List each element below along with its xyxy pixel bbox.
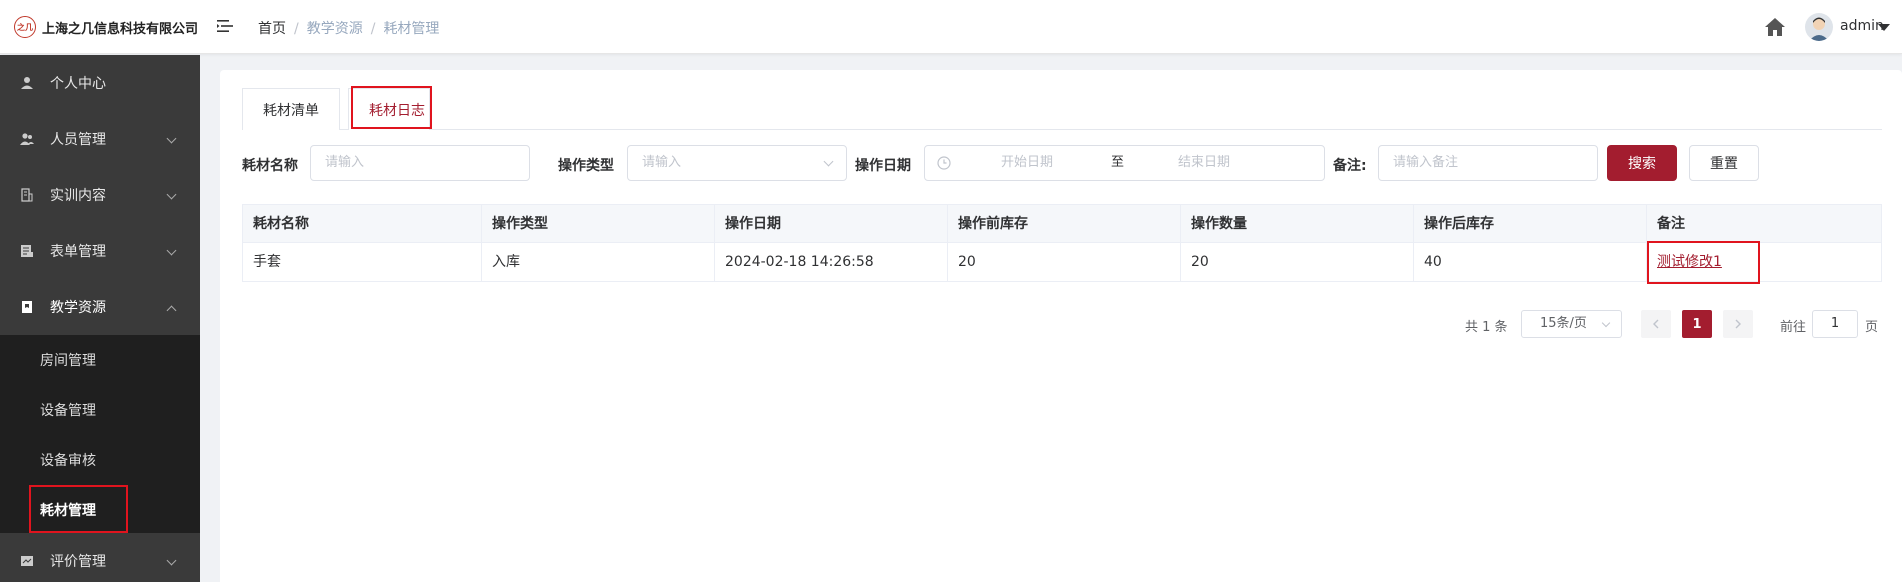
- chevron-down-icon: [1601, 318, 1611, 328]
- sidebar-item-label: 评价管理: [50, 554, 106, 570]
- clock-icon: [937, 156, 951, 170]
- column-header: 操作前库存: [948, 205, 1181, 243]
- breadcrumb-home[interactable]: 首页: [258, 21, 286, 37]
- page-number-button[interactable]: 1: [1682, 310, 1712, 338]
- chevron-down-icon[interactable]: [1878, 24, 1890, 31]
- column-header: 备注: [1657, 216, 1685, 232]
- chevron-down-icon: [166, 555, 177, 566]
- date-separator: 至: [1111, 155, 1125, 170]
- sidebar-item-label: 人员管理: [50, 132, 106, 148]
- column-header: 操作日期: [715, 205, 948, 243]
- sidebar-item-personnel[interactable]: 人员管理: [0, 111, 200, 167]
- top-header: 之几 上海之几信息科技有限公司 首页 / 教学资源 / 耗材管理 admin: [0, 0, 1902, 54]
- name-filter-input[interactable]: 请输入: [310, 145, 530, 181]
- sidebar-subitem-rooms[interactable]: 房间管理: [0, 335, 200, 385]
- breadcrumb-current: 耗材管理: [383, 21, 440, 37]
- chevron-down-icon: [823, 156, 834, 167]
- table-cell: 20: [1181, 243, 1414, 281]
- highlight-box: [351, 86, 432, 129]
- company-name: 上海之几信息科技有限公司: [42, 21, 199, 37]
- sidebar-item-label: 教学资源: [50, 300, 106, 316]
- column-header: 操作类型: [482, 205, 715, 243]
- type-filter-select[interactable]: 请输入: [627, 145, 847, 181]
- name-filter-label: 耗材名称: [242, 158, 298, 174]
- menu-toggle-icon[interactable]: [216, 17, 234, 35]
- pagination: 共 1 条 15条/页 1 前往 1 页: [220, 310, 1902, 338]
- sidebar-subitem-equipment[interactable]: 设备管理: [0, 385, 200, 435]
- chevron-up-icon: [166, 305, 177, 316]
- chevron-left-icon: [1653, 319, 1659, 329]
- column-header: 操作数量: [1181, 205, 1414, 243]
- sidebar-item-label: 实训内容: [50, 188, 106, 204]
- chevron-down-icon: [166, 189, 177, 200]
- goto-page-input[interactable]: 1: [1812, 310, 1858, 338]
- reset-button[interactable]: 重置: [1689, 145, 1759, 181]
- prev-page-button[interactable]: [1641, 310, 1671, 338]
- sidebar-item-label: 个人中心: [50, 76, 106, 92]
- sidebar-item-forms[interactable]: 表单管理: [0, 223, 200, 279]
- tab-consumables-list[interactable]: 耗材清单: [242, 88, 340, 130]
- breadcrumb: 首页 / 教学资源 / 耗材管理: [258, 21, 440, 37]
- highlight-box: [1647, 241, 1760, 284]
- sidebar-item-training[interactable]: 实训内容: [0, 167, 200, 223]
- search-button[interactable]: 搜索: [1607, 145, 1677, 181]
- chevron-down-icon: [166, 133, 177, 144]
- table-cell: 20: [948, 243, 1181, 281]
- sidebar-item-label: 表单管理: [50, 244, 106, 260]
- users-icon: [20, 133, 34, 145]
- date-filter-label: 操作日期: [855, 158, 911, 174]
- note-filter-label: 备注:: [1333, 158, 1367, 174]
- chevron-right-icon: [1735, 319, 1741, 329]
- pagination-total: 共 1 条: [1465, 320, 1508, 335]
- consumables-log-table: 耗材名称 操作类型 操作日期 操作前库存 操作数量 操作后库存 备注 手套 入库…: [242, 204, 1882, 282]
- sidebar-subitem-equipment-review[interactable]: 设备审核: [0, 435, 200, 485]
- tab-bar: 耗材清单 耗材日志: [242, 88, 1882, 130]
- book-icon: [21, 188, 33, 202]
- resource-icon: [22, 301, 32, 313]
- sidebar-item-evaluation[interactable]: 评价管理: [0, 533, 200, 582]
- date-range-picker[interactable]: 开始日期 至 结束日期: [924, 145, 1325, 181]
- rating-icon: [21, 556, 33, 566]
- form-icon: [21, 245, 33, 257]
- type-filter-label: 操作类型: [558, 158, 614, 174]
- breadcrumb-resources: 教学资源: [306, 21, 363, 37]
- note-filter-input[interactable]: 请输入备注: [1378, 145, 1598, 181]
- chevron-down-icon: [166, 245, 177, 256]
- highlight-box: [29, 485, 128, 533]
- sidebar-item-teaching-resources[interactable]: 教学资源: [0, 279, 200, 335]
- user-icon: [21, 77, 33, 89]
- main-card: 耗材清单 耗材日志 耗材名称 请输入 操作类型 请输入 操作日期 开始日期 至 …: [220, 70, 1902, 582]
- sidebar-item-profile[interactable]: 个人中心: [0, 55, 200, 111]
- table-row: 手套 入库 2024-02-18 14:26:58 20 20 40 测试修改1: [243, 243, 1881, 281]
- next-page-button[interactable]: [1723, 310, 1753, 338]
- page-suffix: 页: [1865, 320, 1879, 335]
- logo-mark: 之几: [14, 16, 36, 38]
- column-header: 耗材名称: [243, 205, 482, 243]
- date-end-placeholder: 结束日期: [1178, 155, 1231, 170]
- goto-label: 前往: [1780, 320, 1807, 335]
- column-header: 操作后库存: [1414, 205, 1647, 243]
- table-cell: 40: [1414, 243, 1647, 281]
- filter-bar: 耗材名称 请输入 操作类型 请输入 操作日期 开始日期 至 结束日期 备注: 请…: [242, 145, 1892, 181]
- table-cell: 手套: [243, 243, 482, 281]
- type-filter-placeholder: 请输入: [642, 155, 682, 170]
- date-start-placeholder: 开始日期: [1001, 155, 1054, 170]
- home-icon[interactable]: [1764, 16, 1786, 38]
- avatar[interactable]: [1805, 13, 1833, 41]
- page-size-value: 15条/页: [1540, 316, 1587, 331]
- table-cell: 入库: [482, 243, 715, 281]
- table-cell: 2024-02-18 14:26:58: [715, 243, 948, 281]
- table-header-row: 耗材名称 操作类型 操作日期 操作前库存 操作数量 操作后库存 备注: [243, 205, 1881, 243]
- logo[interactable]: 之几 上海之几信息科技有限公司: [14, 16, 198, 38]
- page-size-select[interactable]: 15条/页: [1521, 310, 1622, 338]
